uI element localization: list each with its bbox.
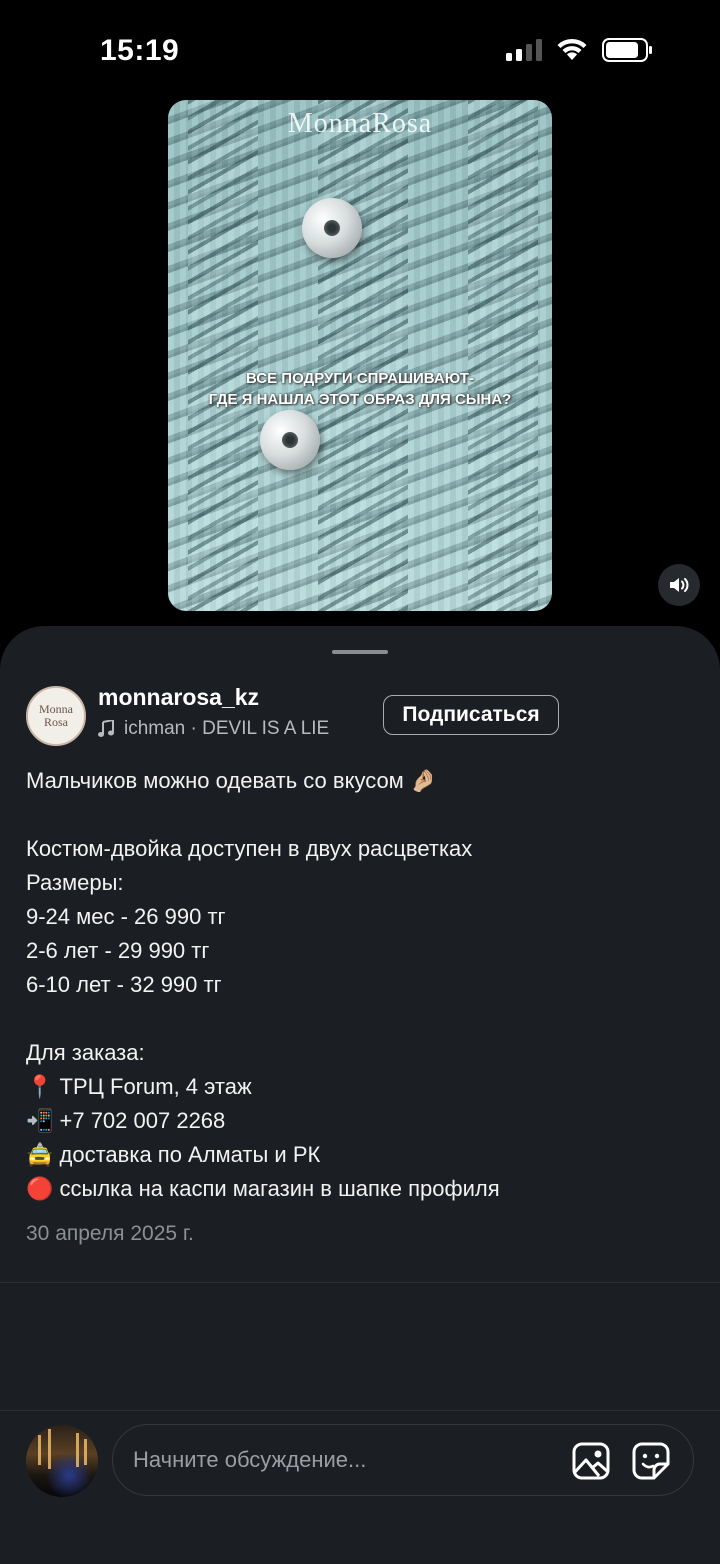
garment-button (260, 410, 320, 470)
battery-icon (602, 38, 652, 62)
gallery-button[interactable] (571, 1441, 611, 1481)
media-overlay-text: ВСЕ ПОДРУГИ СПРАШИВАЮТ- ГДЕ Я НАШЛА ЭТОТ… (168, 368, 552, 410)
knit-pattern (468, 100, 538, 611)
caption-line: 🔴 ссылка на каспи магазин в шапке профил… (26, 1176, 500, 1201)
caption-line: 9-24 мес - 26 990 тг (26, 904, 226, 929)
overlay-line: ВСЕ ПОДРУГИ СПРАШИВАЮТ- (246, 370, 474, 387)
divider (0, 1282, 720, 1283)
username[interactable]: monnarosa_kz (98, 684, 259, 711)
sticker-button[interactable] (631, 1441, 671, 1481)
comment-bar: Начните обсуждение... (0, 1410, 720, 1564)
avatar-logo-text: Monna Rosa (39, 702, 73, 729)
status-bar: 15:19 (0, 0, 720, 100)
cellular-signal-icon (506, 39, 542, 61)
post-date: 30 апреля 2025 г. (26, 1222, 194, 1245)
caption-line (26, 1002, 686, 1036)
knit-pattern (318, 100, 408, 611)
knit-pattern (188, 100, 258, 611)
comment-placeholder: Начните обсуждение... (133, 1447, 367, 1472)
caption-line: 🚖 доставка по Алматы и РК (26, 1142, 321, 1167)
music-note-icon (98, 720, 114, 737)
caption-line (26, 798, 686, 832)
post-media[interactable]: MonnaRosa ВСЕ ПОДРУГИ СПРАШИВАЮТ- ГДЕ Я … (168, 100, 552, 611)
current-user-avatar[interactable] (26, 1425, 98, 1497)
status-icons (506, 38, 654, 62)
caption-line: 6-10 лет - 32 990 тг (26, 972, 222, 997)
speaker-icon (670, 578, 689, 592)
garment-button (302, 198, 362, 258)
comment-input[interactable]: Начните обсуждение... (112, 1424, 694, 1496)
caption-line: 📲 +7 702 007 2268 (26, 1108, 226, 1133)
wifi-icon (557, 38, 587, 60)
post-caption: Мальчиков можно одевать со вкусом 🤌🏼 Кос… (26, 764, 686, 1206)
follow-button[interactable]: Подписаться (383, 695, 559, 735)
music-info[interactable]: ichman · DEVIL IS A LIE (98, 718, 368, 740)
music-track: ichman · DEVIL IS A LIE (124, 718, 330, 739)
brand-logo: MonnaRosa (287, 108, 433, 139)
caption-line: Для заказа: (26, 1040, 145, 1065)
caption-line: 2-6 лет - 29 990 тг (26, 938, 210, 963)
sound-toggle-button[interactable] (658, 564, 700, 606)
caption-line: 📍 ТРЦ Forum, 4 этаж (26, 1074, 252, 1099)
sheet-grab-handle[interactable] (332, 650, 388, 654)
profile-avatar[interactable]: Monna Rosa (26, 686, 86, 746)
caption-line: Мальчиков можно одевать со вкусом 🤌🏼 (26, 768, 438, 793)
caption-line: Размеры: (26, 870, 124, 895)
status-time: 15:19 (100, 34, 180, 67)
overlay-line: ГДЕ Я НАШЛА ЭТОТ ОБРАЗ ДЛЯ СЫНА? (208, 391, 512, 408)
caption-line: Костюм-двойка доступен в двух расцветках (26, 836, 473, 861)
sticker-icon (632, 1442, 670, 1480)
image-icon (572, 1442, 610, 1480)
